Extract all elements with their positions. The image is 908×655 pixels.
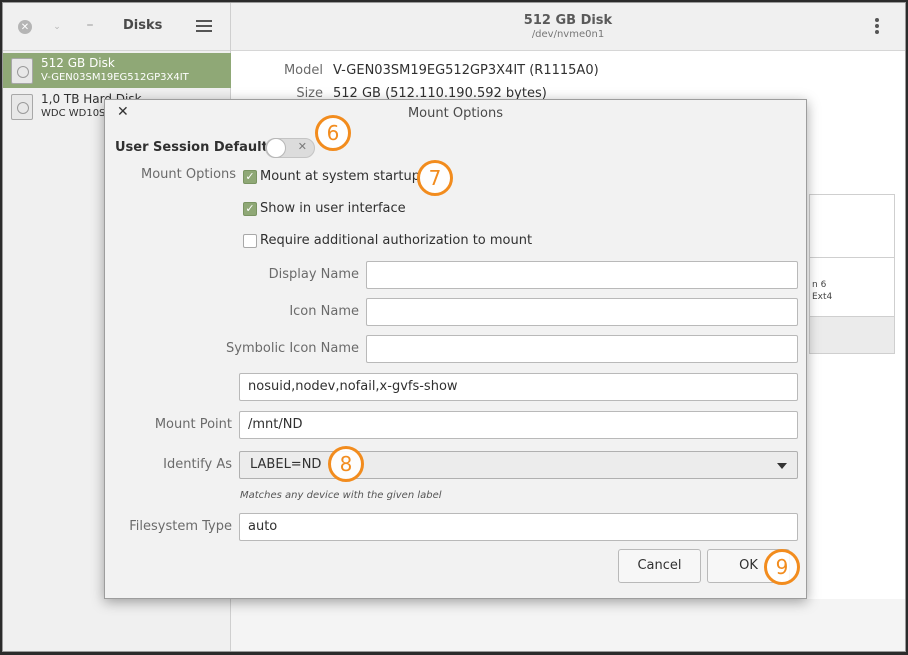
main-header: 512 GB Disk /dev/nvme0n1 bbox=[231, 3, 905, 51]
window-maximize-icon[interactable]: – bbox=[83, 17, 97, 33]
identify-as-dropdown[interactable]: LABEL=ND bbox=[239, 451, 798, 479]
dropdown-arrow-icon bbox=[777, 463, 787, 469]
window-close-icon[interactable]: ✕ bbox=[18, 20, 32, 34]
identify-as-value: LABEL=ND bbox=[250, 457, 322, 472]
require-auth-checkbox[interactable] bbox=[243, 234, 257, 248]
disk-drive-icon bbox=[11, 94, 33, 120]
display-name-label: Display Name bbox=[268, 267, 359, 282]
symbolic-icon-name-field[interactable] bbox=[366, 335, 798, 363]
dialog-title: Mount Options bbox=[407, 106, 504, 121]
filesystem-type-field[interactable]: auto bbox=[239, 513, 798, 541]
drive-name: 512 GB Disk bbox=[41, 56, 115, 70]
partition-block[interactable]: n 6 Ext4 bbox=[810, 257, 894, 317]
drive-model: V-GEN03SM19EG512GP3X4IT bbox=[41, 72, 189, 83]
identify-as-hint: Matches any device with the given label bbox=[240, 490, 442, 501]
partition-fs: Ext4 bbox=[812, 292, 833, 302]
user-session-defaults-toggle[interactable]: ✕ bbox=[265, 138, 315, 158]
mount-point-label: Mount Point bbox=[154, 417, 232, 432]
identify-as-label: Identify As bbox=[163, 457, 232, 472]
annotation-marker-8: 8 bbox=[328, 446, 364, 482]
mount-point-field[interactable]: /mnt/ND bbox=[239, 411, 798, 439]
mount-options-dialog: ✕ Mount Options User Session Defaults ✕ … bbox=[104, 99, 807, 599]
volumes-graphic[interactable]: n 6 Ext4 bbox=[809, 194, 895, 354]
mount-at-startup-label: Mount at system startup bbox=[260, 169, 420, 184]
model-value: V-GEN03SM19EG512GP3X4IT (R1115A0) bbox=[333, 63, 599, 78]
window-minimize-icon[interactable]: ⌄ bbox=[50, 20, 64, 34]
disk-drive-icon bbox=[11, 58, 33, 84]
filesystem-type-label: Filesystem Type bbox=[129, 519, 232, 534]
display-name-field[interactable] bbox=[366, 261, 798, 289]
volumes-toolbar bbox=[810, 317, 894, 353]
annotation-marker-6: 6 bbox=[315, 115, 351, 151]
mount-options-label: Mount Options bbox=[141, 167, 237, 182]
toggle-off-icon: ✕ bbox=[297, 140, 307, 153]
annotation-marker-9: 9 bbox=[764, 549, 800, 585]
show-in-ui-label: Show in user interface bbox=[260, 201, 406, 216]
kebab-menu-icon[interactable] bbox=[875, 18, 879, 36]
drive-model: WDC WD10S bbox=[41, 108, 106, 119]
disk-device-path: /dev/nvme0n1 bbox=[531, 29, 605, 40]
require-auth-label: Require additional authorization to moun… bbox=[260, 233, 533, 248]
cancel-button[interactable]: Cancel bbox=[618, 549, 701, 583]
model-label: Model bbox=[283, 63, 323, 78]
sidebar-title: Disks bbox=[123, 18, 163, 33]
mount-at-startup-checkbox[interactable]: ✓ bbox=[243, 170, 257, 184]
symbolic-icon-name-label: Symbolic Icon Name bbox=[226, 341, 359, 356]
toggle-knob bbox=[266, 138, 286, 158]
mount-options-field[interactable]: nosuid,nodev,nofail,x-gvfs-show bbox=[239, 373, 798, 401]
partition-label: n 6 bbox=[812, 280, 827, 290]
disk-title: 512 GB Disk bbox=[523, 13, 613, 28]
icon-name-field[interactable] bbox=[366, 298, 798, 326]
show-in-ui-checkbox[interactable]: ✓ bbox=[243, 202, 257, 216]
sidebar-header: ✕ ⌄ – Disks bbox=[3, 3, 230, 51]
hamburger-menu-icon[interactable] bbox=[196, 18, 212, 34]
icon-name-label: Icon Name bbox=[289, 304, 359, 319]
annotation-marker-7: 7 bbox=[417, 160, 453, 196]
drive-item-512gb[interactable]: 512 GB Disk V-GEN03SM19EG512GP3X4IT bbox=[3, 53, 231, 88]
main-lower-area bbox=[231, 599, 905, 651]
user-session-defaults-label: User Session Defaults bbox=[115, 140, 276, 155]
